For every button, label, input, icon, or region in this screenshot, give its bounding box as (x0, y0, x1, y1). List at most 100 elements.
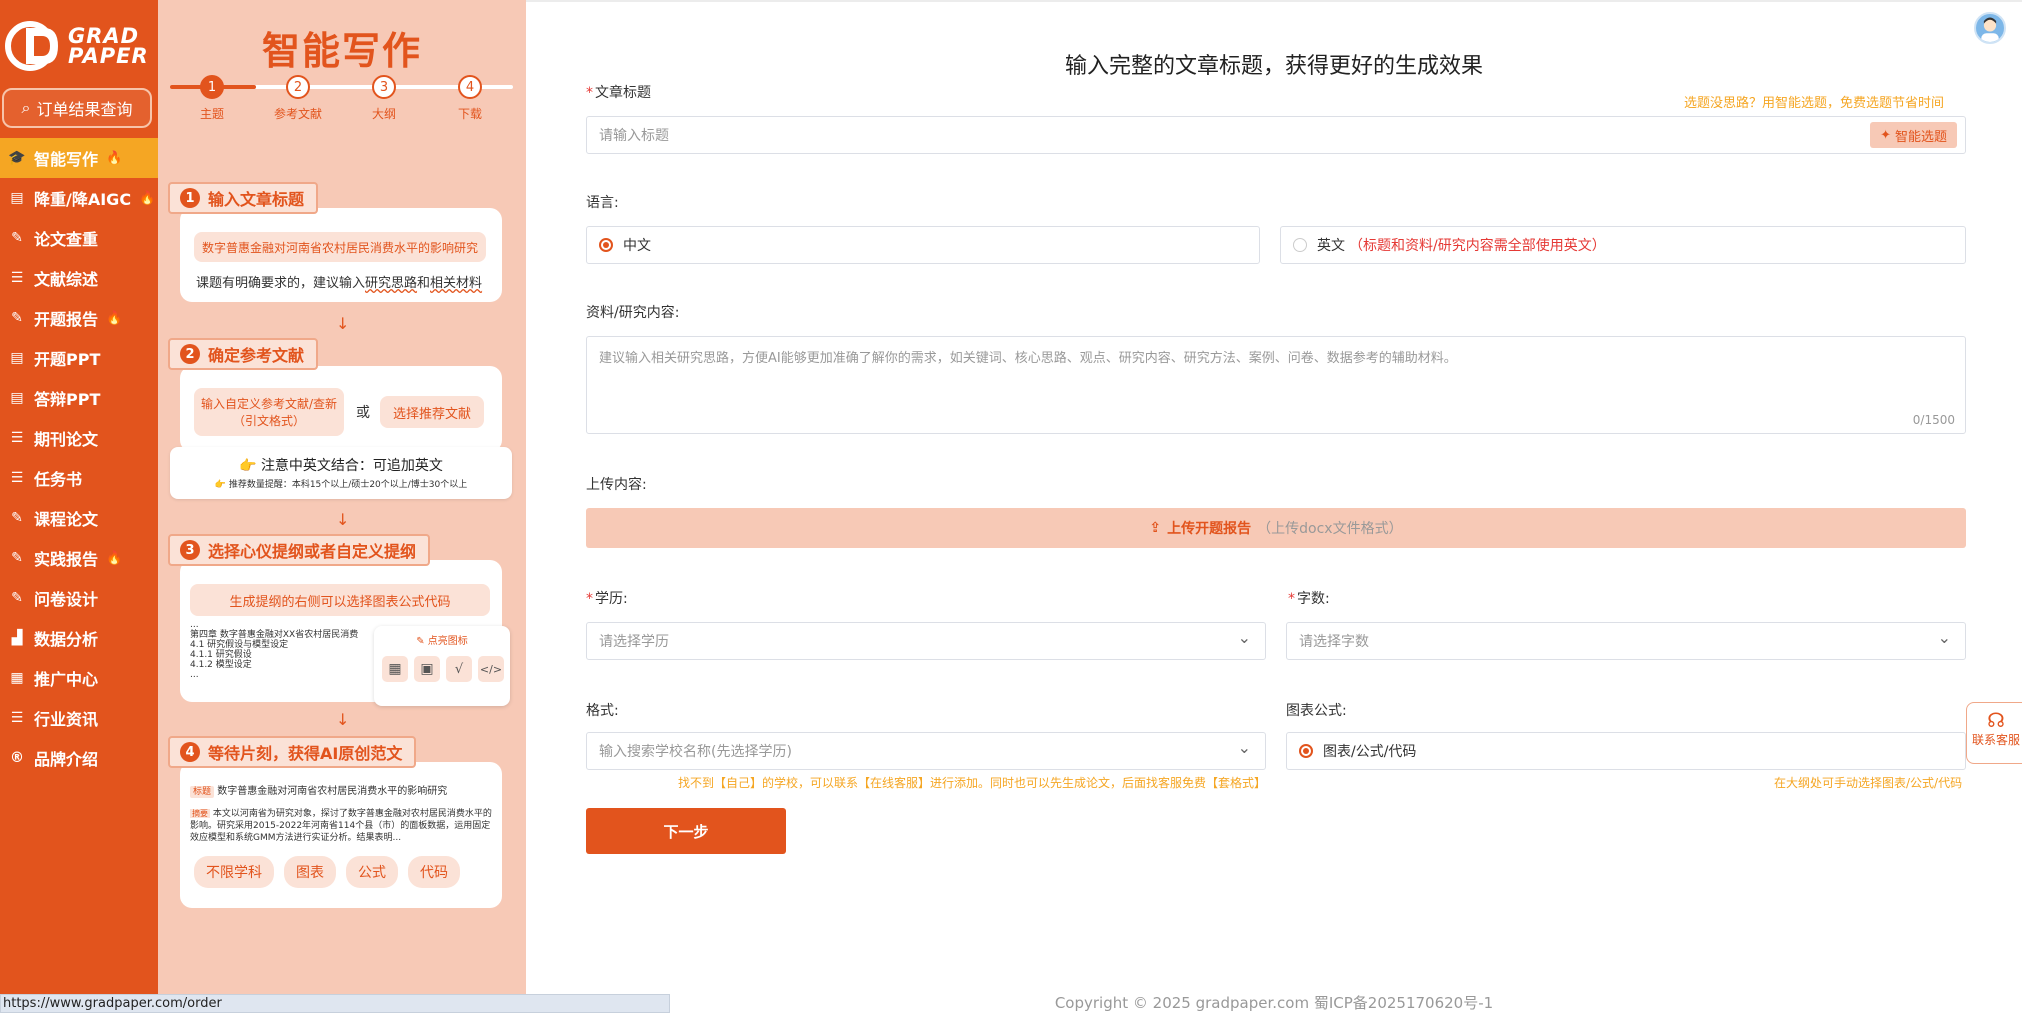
sidebar-item-15[interactable]: ® 品牌介绍 (0, 738, 158, 778)
chinese-label: 中文 (623, 238, 651, 254)
title-input[interactable]: 请输入标题 ✦ 智能选题 (586, 116, 1966, 154)
guide-title: 智能写作 (261, 29, 422, 73)
material-label: 资料/研究内容: (586, 305, 680, 321)
pin-icon: ✎ (416, 636, 425, 647)
sidebar-item-8[interactable]: ☰ 任务书 (0, 458, 158, 498)
material-textarea[interactable]: 建议输入相关研究思路，方便AI能够更加准确了解你的需求，如关键词、核心思路、观点… (586, 336, 1966, 434)
sidebar-item-2[interactable]: ✎ 论文查重 (0, 218, 158, 258)
radio-chart-formula[interactable] (1299, 744, 1313, 758)
sidebar-item-0[interactable]: 🎓 智能写作 🔥 (0, 138, 158, 178)
sidebar: GRAD PAPER ⌕ 订单结果查询 🎓 智能写作 🔥 ▤ 降重/降AIGC 🔥 ✎ 论文查… (0, 0, 158, 1013)
fire-icon: 🔥 (106, 310, 123, 326)
outline-line: ... (190, 670, 199, 680)
fire-icon: 🔥 (139, 190, 156, 206)
sidebar-item-label: 期刊论文 (34, 430, 99, 449)
step-dot-2: 2 (286, 75, 310, 99)
sidebar-item-11[interactable]: ✎ 问卷设计 (0, 578, 158, 618)
english-note: （标题和资料/研究内容需全部使用英文） (1349, 238, 1606, 254)
radio-chinese[interactable] (599, 238, 613, 252)
sidebar-item-13[interactable]: ▦ 推广中心 (0, 658, 158, 698)
word-count-select[interactable]: 请选择字数 (1286, 622, 1966, 660)
sidebar-item-3[interactable]: ☰ 文献综述 (0, 258, 158, 298)
format-school-select[interactable]: 输入搜索学校名称(先选择学历) (586, 732, 1266, 770)
sidebar-item-9[interactable]: ✎ 课程论文 (0, 498, 158, 538)
sidebar-item-label: 文献综述 (34, 270, 99, 289)
table-icon: ▦ (382, 656, 408, 682)
sidebar-item-label: 问卷设计 (34, 590, 99, 609)
logo-text: GRAD PAPER (68, 26, 149, 67)
smart-topic-label: 智能选题 (1894, 129, 1947, 145)
topic-tip-link[interactable]: 选题没思路？用智能选题，免费选题节省时间 (1684, 92, 1944, 111)
sidebar-item-label: 任务书 (34, 470, 83, 489)
chart-formula-option[interactable]: 图表/公式/代码 (1286, 732, 1966, 770)
news-icon: ☰ (10, 710, 24, 726)
reference-note-card: 👉 注意中英文结合：可追加英文 👉 推荐数量提醒：本科15个以上/硕士20个以上… (170, 447, 512, 499)
sparkle-icon: ✦ (1880, 127, 1891, 143)
list-doc-icon: ☰ (10, 270, 24, 286)
down-arrow-icon: ↓ (336, 510, 350, 529)
sidebar-item-4[interactable]: ✎ 开题报告 🔥 (0, 298, 158, 338)
sidebar-item-7[interactable]: ☰ 期刊论文 (0, 418, 158, 458)
word-count-placeholder: 请选择字数 (1299, 634, 1369, 650)
icon-popup: ✎ 点亮图标 ▦ ▣ √ </> (374, 626, 510, 706)
example-title: 数字普惠金融对河南省农村居民消费水平的影响研究 (194, 232, 486, 262)
step3-number: 3 (180, 540, 200, 560)
survey-icon: ✎ (11, 590, 23, 606)
edit-doc-icon: ✎ (11, 230, 23, 246)
outline-sample: ... 第四章 数字普惠金融对XX省农村居民消费 4.1 研究假设与模型设定 4.1.… (190, 620, 358, 680)
code-icon: </> (478, 656, 504, 682)
guide-panel: 智能写作 1 2 3 4 主题 参考文献 大纲 下载 数字普惠金融对河南省农村居… (158, 0, 526, 1013)
clipboard-icon: ▤ (10, 190, 24, 206)
registered-icon: ® (10, 750, 24, 766)
step-label-1: 主题 (199, 107, 224, 121)
reference-note1: 👉 注意中英文结合：可追加英文 (170, 455, 512, 475)
order-query-button[interactable]: ⌕ 订单结果查询 (2, 88, 152, 128)
smart-topic-button[interactable]: ✦ 智能选题 (1870, 122, 1957, 148)
sidebar-item-5[interactable]: ▤ 开题PPT (0, 338, 158, 378)
outline-line: 4.1.2 模型设定 (190, 660, 252, 670)
next-step-button[interactable]: 下一步 (586, 808, 786, 854)
hint-and: 和 (417, 276, 431, 291)
avatar-icon (1981, 17, 1999, 42)
upload-hint: （上传docx文件格式） (1257, 521, 1403, 537)
ppt-icon: ▤ (10, 350, 24, 366)
education-select[interactable]: 请选择学历 (586, 622, 1266, 660)
brand-logo[interactable]: GRAD PAPER (4, 16, 154, 76)
step3-title: 选择心仪提纲或者自定义提纲 (208, 542, 417, 561)
education-placeholder: 请选择学历 (599, 634, 669, 650)
graduation-cap-icon: 🎓 (8, 150, 26, 166)
outline-line: 4.1.1 研究假设 (190, 650, 252, 660)
sidebar-item-label: 智能写作 (34, 150, 99, 169)
upload-icon: ⇪ (1149, 520, 1162, 536)
course-paper-icon: ✎ (11, 510, 23, 526)
upload-report-button[interactable]: ⇪ 上传开题报告 （上传docx文件格式） (586, 508, 1966, 548)
sidebar-item-label: 品牌介绍 (34, 750, 99, 769)
language-option-chinese[interactable]: 中文 (586, 226, 1260, 264)
upload-label: 上传内容: (586, 477, 647, 493)
sidebar-item-10[interactable]: ✎ 实践报告 🔥 (0, 538, 158, 578)
material-char-count: 0/1500 (1912, 413, 1955, 427)
step2-card: 输入自定义参考文献/查新（引文格式） 或 选择推荐文献 (180, 366, 502, 452)
sidebar-item-1[interactable]: ▤ 降重/降AIGC 🔥 (0, 178, 158, 218)
radio-english[interactable] (1293, 238, 1307, 252)
step2-title: 确定参考文献 (208, 346, 305, 365)
order-query-label: 订单结果查询 (36, 100, 133, 119)
task-book-icon: ☰ (10, 470, 24, 486)
sidebar-item-14[interactable]: ☰ 行业资讯 (0, 698, 158, 738)
contact-support-button[interactable]: ☊ 联系客服 (1966, 702, 2022, 764)
step-label-3: 大纲 (371, 107, 396, 121)
language-option-english[interactable]: 英文 （标题和资料/研究内容需全部使用英文） (1280, 226, 1966, 264)
sidebar-item-12[interactable]: ▟ 数据分析 (0, 618, 158, 658)
step-dot-1: 1 (200, 75, 224, 99)
material-placeholder: 建议输入相关研究思路，方便AI能够更加准确了解你的需求，如关键词、核心思路、观点… (599, 351, 1457, 366)
sidebar-item-6[interactable]: ▤ 答辩PPT (0, 378, 158, 418)
outline-line: 4.1 研究假设与模型设定 (190, 640, 289, 650)
copyright-footer: Copyright © 2025 gradpaper.com 蜀ICP备2025… (1054, 994, 1494, 1012)
popup-icons: ▦ ▣ √ </> (382, 656, 504, 682)
sidebar-item-label: 降重/降AIGC (34, 190, 132, 209)
feature-chip: 代码 (408, 856, 460, 888)
result-title-text: 数字普惠金融对河南省农村居民消费水平的影响研究 (217, 786, 448, 797)
user-avatar[interactable] (1974, 12, 2006, 44)
contact-support-label: 联系客服 (1971, 733, 2020, 747)
title-placeholder: 请输入标题 (599, 128, 669, 144)
